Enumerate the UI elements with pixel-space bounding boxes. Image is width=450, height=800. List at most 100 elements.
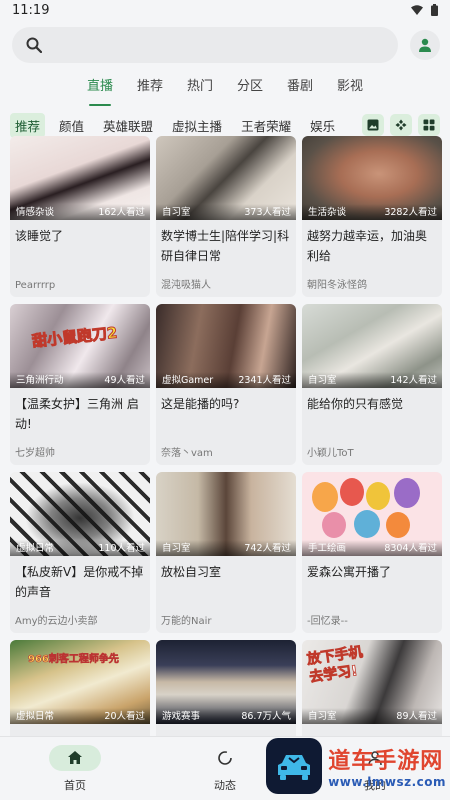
stream-thumbnail: 放下手机 去学习! 自习室 89人看过 <box>302 640 442 724</box>
category-tag: 手工绘画 <box>308 543 347 554</box>
streamer-name: 混沌吸猫人 <box>161 280 211 291</box>
streamer-name: 万能的Nair <box>161 616 212 627</box>
stream-title: 该睡觉了 <box>15 229 64 243</box>
stream-title: 能给你的只有感觉 <box>307 397 404 411</box>
search-row <box>0 20 450 64</box>
category-tag: 自习室 <box>308 711 337 722</box>
stream-thumbnail: 自习室 142人看过 <box>302 304 442 388</box>
stream-card[interactable]: 情感杂谈 162人看过 该睡觉了 Pearrrrp <box>10 136 150 297</box>
stream-title: 放松自习室 <box>161 565 222 579</box>
category-tag: 游戏赛事 <box>162 711 201 722</box>
category-tag: 自习室 <box>162 207 191 218</box>
stream-thumbnail: 生活杂谈 3282人看过 <box>302 136 442 220</box>
stream-thumbnail: 自习室 742人看过 <box>156 472 296 556</box>
stream-card[interactable]: 手工绘画 8304人看过 爱森公寓开播了 -回忆录-- <box>302 472 442 633</box>
grid-icon[interactable] <box>418 114 440 136</box>
wifi-icon <box>411 5 423 15</box>
stream-thumbnail: 966刺客工程师争先 虚拟日常 20人看过 <box>10 640 150 724</box>
tab-recommend[interactable]: 推荐 <box>125 74 175 108</box>
search-input[interactable] <box>12 26 398 63</box>
stream-thumbnail: 手工绘画 8304人看过 <box>302 472 442 556</box>
stream-title: 【温柔女护】三角洲 启动! <box>15 397 139 431</box>
tab-anime[interactable]: 番剧 <box>275 74 325 108</box>
tab-movies[interactable]: 影视 <box>325 74 375 108</box>
viewer-count: 3282人看过 <box>384 207 437 218</box>
tab-live[interactable]: 直播 <box>75 74 125 108</box>
watermark-name: 道车手游网 <box>328 749 444 774</box>
streamer-name: 小颖儿ToT <box>307 448 354 459</box>
stream-title: 越努力越幸运，加油奥利给 <box>307 229 428 263</box>
streamer-name: -回忆录-- <box>307 616 348 627</box>
subtab-entertainment[interactable]: 娱乐 <box>305 113 340 138</box>
status-time: 11:19 <box>12 2 50 18</box>
stream-title: 爱森公寓开播了 <box>307 565 392 579</box>
car-logo-icon <box>266 738 323 794</box>
category-tag: 虚拟Gamer <box>162 375 214 386</box>
stream-title: 数学博士生|陪伴学习|科研自律日常 <box>161 229 290 263</box>
activity-icon <box>218 750 232 765</box>
stream-thumbnail: 虚拟日常 110人看过 <box>10 472 150 556</box>
subtab-honor-of-kings[interactable]: 王者荣耀 <box>236 113 296 138</box>
search-icon <box>26 37 42 53</box>
thumbnail-overlay-text: 966刺客工程师争先 <box>28 654 119 666</box>
viewer-count: 8304人看过 <box>384 543 437 554</box>
category-tag: 生活杂谈 <box>308 207 347 218</box>
thumbnail-overlay-text: 放下手机 去学习! <box>305 644 364 686</box>
category-tag: 三角洲行动 <box>16 375 64 386</box>
viewer-count: 2341人看过 <box>238 375 291 386</box>
tab-hot[interactable]: 热门 <box>175 74 225 108</box>
nav-home[interactable]: 首页 <box>0 737 150 800</box>
viewer-count: 162人看过 <box>98 207 145 218</box>
stream-title: 【私皮新V】是你戒不掉的声音 <box>15 565 144 599</box>
stream-card[interactable]: 自习室 742人看过 放松自习室 万能的Nair <box>156 472 296 633</box>
viewer-count: 373人看过 <box>244 207 291 218</box>
stream-card[interactable]: 虚拟日常 110人看过 【私皮新V】是你戒不掉的声音 Amy的云边小卖部 <box>10 472 150 633</box>
streamer-name: Pearrrrp <box>15 280 56 291</box>
category-tag: 情感杂谈 <box>16 207 55 218</box>
status-bar: 11:19 <box>0 0 450 20</box>
account-button[interactable] <box>410 29 440 60</box>
stream-card[interactable]: 甜小鼠跑刀2 三角洲行动 49人看过 【温柔女护】三角洲 启动! 七岁超帅 <box>10 304 150 465</box>
stream-card[interactable]: 生活杂谈 3282人看过 越努力越幸运，加油奥利给 朝阳冬泳怪鸽 <box>302 136 442 297</box>
image-icon[interactable] <box>362 114 384 136</box>
subtab-beauty[interactable]: 颜值 <box>54 113 89 138</box>
watermark-url: www.lmwsz.com <box>328 775 446 789</box>
home-icon <box>68 751 82 764</box>
stream-thumbnail: 甜小鼠跑刀2 三角洲行动 49人看过 <box>10 304 150 388</box>
viewer-count: 742人看过 <box>244 543 291 554</box>
stream-thumbnail: 虚拟Gamer 2341人看过 <box>156 304 296 388</box>
battery-icon <box>431 4 438 16</box>
gamepad-icon[interactable] <box>390 114 412 136</box>
tab-category[interactable]: 分区 <box>225 74 275 108</box>
streamer-name: 朝阳冬泳怪鸽 <box>307 280 367 291</box>
status-icons <box>411 4 438 16</box>
stream-card[interactable]: 自习室 373人看过 数学博士生|陪伴学习|科研自律日常 混沌吸猫人 <box>156 136 296 297</box>
stream-title: 这是能播的吗? <box>161 397 240 411</box>
thumbnail-overlay-text: 甜小鼠跑刀2 <box>31 323 119 351</box>
viewer-count: 89人看过 <box>396 711 437 722</box>
stream-thumbnail: 游戏赛事 86.7万人气 <box>156 640 296 724</box>
category-tag: 虚拟日常 <box>16 543 55 554</box>
sub-icon-group <box>362 114 440 136</box>
site-watermark: 道车手游网 www.lmwsz.com <box>266 738 446 794</box>
viewer-count: 86.7万人气 <box>241 711 291 722</box>
subtab-vtuber[interactable]: 虚拟主播 <box>167 113 227 138</box>
nav-home-label: 首页 <box>64 778 86 792</box>
viewer-count: 142人看过 <box>390 375 437 386</box>
viewer-count: 110人看过 <box>98 543 145 554</box>
watermark-text: 道车手游网 www.lmwsz.com <box>328 743 446 789</box>
streamer-name: Amy的云边小卖部 <box>15 616 98 627</box>
nav-activity-icon-wrap <box>217 745 233 771</box>
nav-activity-label: 动态 <box>214 778 236 792</box>
nav-home-pill <box>49 744 101 771</box>
stream-thumbnail: 情感杂谈 162人看过 <box>10 136 150 220</box>
main-tabs: 直播 推荐 热门 分区 番剧 影视 <box>0 74 450 108</box>
stream-grid: 情感杂谈 162人看过 该睡觉了 Pearrrrp 自习室 373人看过 数学博士生… <box>10 136 442 800</box>
streamer-name: 七岁超帅 <box>15 448 55 459</box>
subtab-lol[interactable]: 英雄联盟 <box>98 113 158 138</box>
subtab-recommend[interactable]: 推荐 <box>10 112 46 138</box>
viewer-count: 49人看过 <box>104 375 145 386</box>
stream-card[interactable]: 自习室 142人看过 能给你的只有感觉 小颖儿ToT <box>302 304 442 465</box>
stream-card[interactable]: 虚拟Gamer 2341人看过 这是能播的吗? 奈落丶vam <box>156 304 296 465</box>
person-icon <box>419 38 431 52</box>
